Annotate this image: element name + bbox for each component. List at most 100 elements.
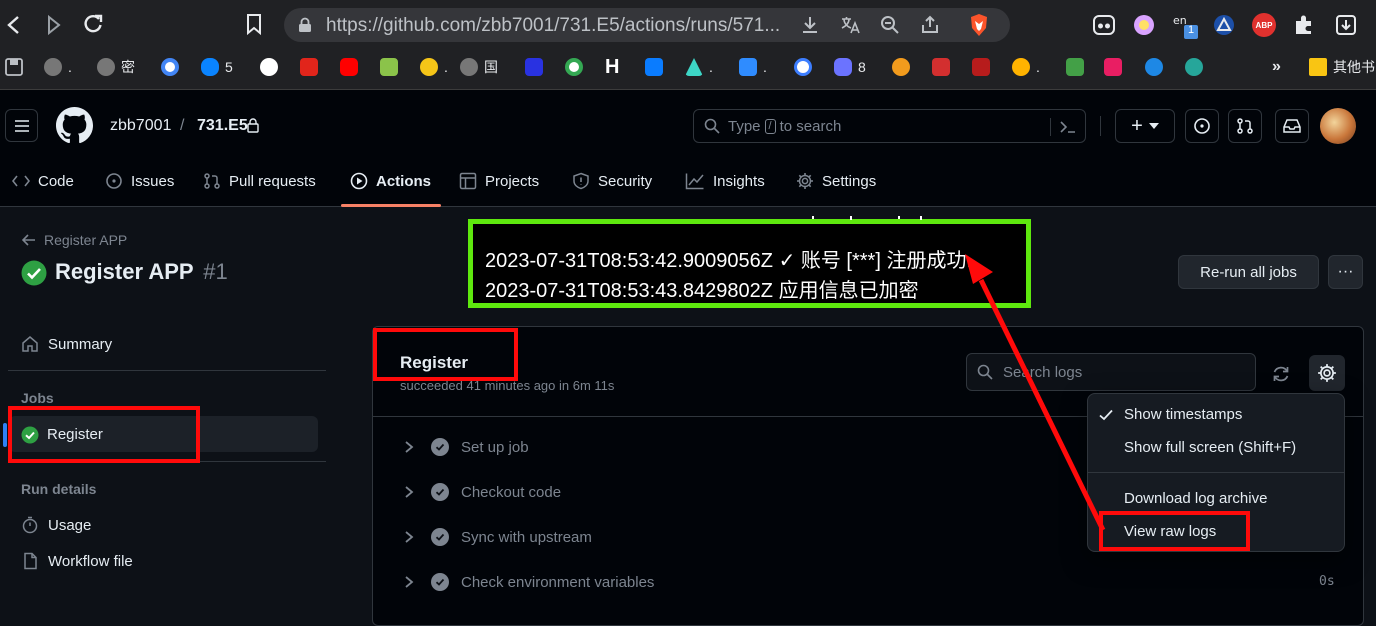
tab-settings[interactable]: Settings xyxy=(796,170,876,192)
create-new-button[interactable]: + xyxy=(1115,109,1175,143)
bookmark-item[interactable] xyxy=(340,57,364,77)
bookmark-item[interactable] xyxy=(1104,57,1128,77)
translate-icon[interactable] xyxy=(840,15,860,35)
global-search-input[interactable]: Type / to search xyxy=(693,109,1086,143)
step-label: Set up job xyxy=(461,438,529,456)
search-icon xyxy=(704,118,720,134)
repo-name-link[interactable]: 731.E5 xyxy=(197,117,248,135)
bookmark-page-icon[interactable] xyxy=(245,13,263,35)
breadcrumb-separator: / xyxy=(180,117,185,134)
lock-icon xyxy=(298,17,312,33)
bookmark-item[interactable] xyxy=(892,57,916,77)
cropped-log-line xyxy=(803,216,943,222)
zoom-out-icon[interactable] xyxy=(880,15,900,35)
sidebar-item-workflow-file[interactable]: Workflow file xyxy=(48,553,133,570)
bookmark-item[interactable] xyxy=(932,57,956,77)
step-row[interactable]: Sync with upstream xyxy=(403,525,592,549)
pull-requests-button[interactable] xyxy=(1228,109,1262,143)
extension-triangle-icon[interactable] xyxy=(1212,13,1236,37)
reload-icon[interactable] xyxy=(82,13,104,35)
bookmark-item[interactable] xyxy=(260,57,284,77)
bookmark-item[interactable] xyxy=(300,57,324,77)
tab-pull-requests[interactable]: Pull requests xyxy=(203,170,316,192)
adblock-label: ABP xyxy=(1255,20,1273,30)
shield-icon xyxy=(573,172,589,190)
baidu-icon xyxy=(525,58,543,76)
rerun-all-jobs-button[interactable]: Re-run all jobs xyxy=(1178,255,1319,289)
back-to-workflow-link[interactable]: Register APP xyxy=(22,232,127,248)
step-row[interactable]: Checkout code xyxy=(403,480,561,504)
chevron-right-icon xyxy=(405,441,414,453)
bookmark-item[interactable] xyxy=(161,57,185,77)
table-icon xyxy=(459,172,477,190)
teal-logo-icon xyxy=(1185,58,1203,76)
tab-insights[interactable]: Insights xyxy=(685,170,765,192)
bookmark-item[interactable] xyxy=(645,57,669,77)
refresh-icon[interactable] xyxy=(1271,364,1291,384)
bookmark-save-icon[interactable] xyxy=(4,57,24,77)
repo-owner-link[interactable]: zbb7001 xyxy=(110,117,171,135)
forward-icon[interactable] xyxy=(44,14,64,36)
bookmark-item[interactable]: . xyxy=(44,57,72,77)
bookmark-item[interactable] xyxy=(565,57,589,77)
bookmark-item[interactable] xyxy=(525,57,549,77)
address-bar[interactable]: https://github.com/zbb7001/731.E5/action… xyxy=(284,8,1010,42)
bookmark-item[interactable] xyxy=(794,57,818,77)
sidebar-item-usage[interactable]: Usage xyxy=(48,517,91,534)
github-logo-icon[interactable] xyxy=(56,107,93,144)
bookmark-item[interactable]: . xyxy=(685,57,713,77)
google-icon xyxy=(565,58,583,76)
extensions-puzzle-icon[interactable] xyxy=(1292,13,1316,37)
bookmark-item[interactable]: 5 xyxy=(201,57,233,77)
extension-translate-icon[interactable]: en 1 xyxy=(1172,11,1200,41)
more-options-button[interactable]: ··· xyxy=(1328,255,1363,289)
bookmark-item[interactable]: 8 xyxy=(834,57,866,77)
chevron-right-icon xyxy=(405,531,414,543)
extension-flower-icon[interactable] xyxy=(1132,13,1156,37)
tab-actions[interactable]: Actions xyxy=(350,170,431,192)
extension-mask-icon[interactable] xyxy=(1092,13,1116,37)
bookmarks-overflow-icon[interactable]: » xyxy=(1272,57,1281,77)
bookmark-item[interactable] xyxy=(1066,57,1090,77)
share-icon[interactable] xyxy=(920,15,940,35)
bookmark-folder-other[interactable]: 其他书 xyxy=(1309,57,1375,77)
hamburger-menu-button[interactable] xyxy=(5,109,38,142)
bookmark-item[interactable]: 国 xyxy=(460,57,498,77)
tab-label: Actions xyxy=(376,172,432,190)
bookmark-item[interactable]: H xyxy=(605,56,619,78)
bookmark-item[interactable] xyxy=(380,57,404,77)
home-icon xyxy=(21,335,39,353)
bookmark-item[interactable]: . xyxy=(420,57,448,77)
bookmark-item[interactable] xyxy=(1185,57,1209,77)
user-avatar[interactable] xyxy=(1320,108,1356,144)
bookmark-item[interactable]: . xyxy=(739,57,767,77)
menu-item-download-log-archive[interactable]: Download log archive xyxy=(1124,490,1267,507)
menu-item-show-timestamps[interactable]: Show timestamps xyxy=(1124,406,1242,423)
tab-projects[interactable]: Projects xyxy=(459,170,539,192)
tab-label: Security xyxy=(598,172,653,190)
tab-security[interactable]: Security xyxy=(572,170,652,192)
inbox-button[interactable] xyxy=(1275,109,1309,143)
google-icon xyxy=(161,58,179,76)
breadcrumb-label: Register APP xyxy=(44,232,128,248)
bookmark-item[interactable] xyxy=(1145,57,1169,77)
log-settings-button[interactable] xyxy=(1309,355,1345,391)
browser-download-icon[interactable] xyxy=(1334,13,1358,37)
adblock-plus-icon[interactable]: ABP xyxy=(1252,13,1276,37)
download-icon[interactable] xyxy=(800,15,820,35)
bookmark-item[interactable] xyxy=(972,57,996,77)
brave-shield-icon[interactable] xyxy=(968,13,990,37)
bookmark-item[interactable]: . xyxy=(1012,57,1040,77)
step-row[interactable]: Check environment variables xyxy=(403,570,654,594)
play-icon xyxy=(350,172,368,190)
back-icon[interactable] xyxy=(4,14,24,36)
step-row-partial xyxy=(403,608,425,620)
issues-button[interactable] xyxy=(1185,109,1219,143)
tab-code[interactable]: Code xyxy=(12,170,74,192)
command-palette-icon[interactable] xyxy=(1059,119,1077,135)
step-row[interactable]: Set up job xyxy=(403,435,529,459)
tab-issues[interactable]: Issues xyxy=(105,170,174,192)
bookmark-item[interactable]: 密 xyxy=(97,57,135,77)
sidebar-item-summary[interactable]: Summary xyxy=(48,336,112,353)
menu-item-full-screen[interactable]: Show full screen (Shift+F) xyxy=(1124,439,1296,456)
